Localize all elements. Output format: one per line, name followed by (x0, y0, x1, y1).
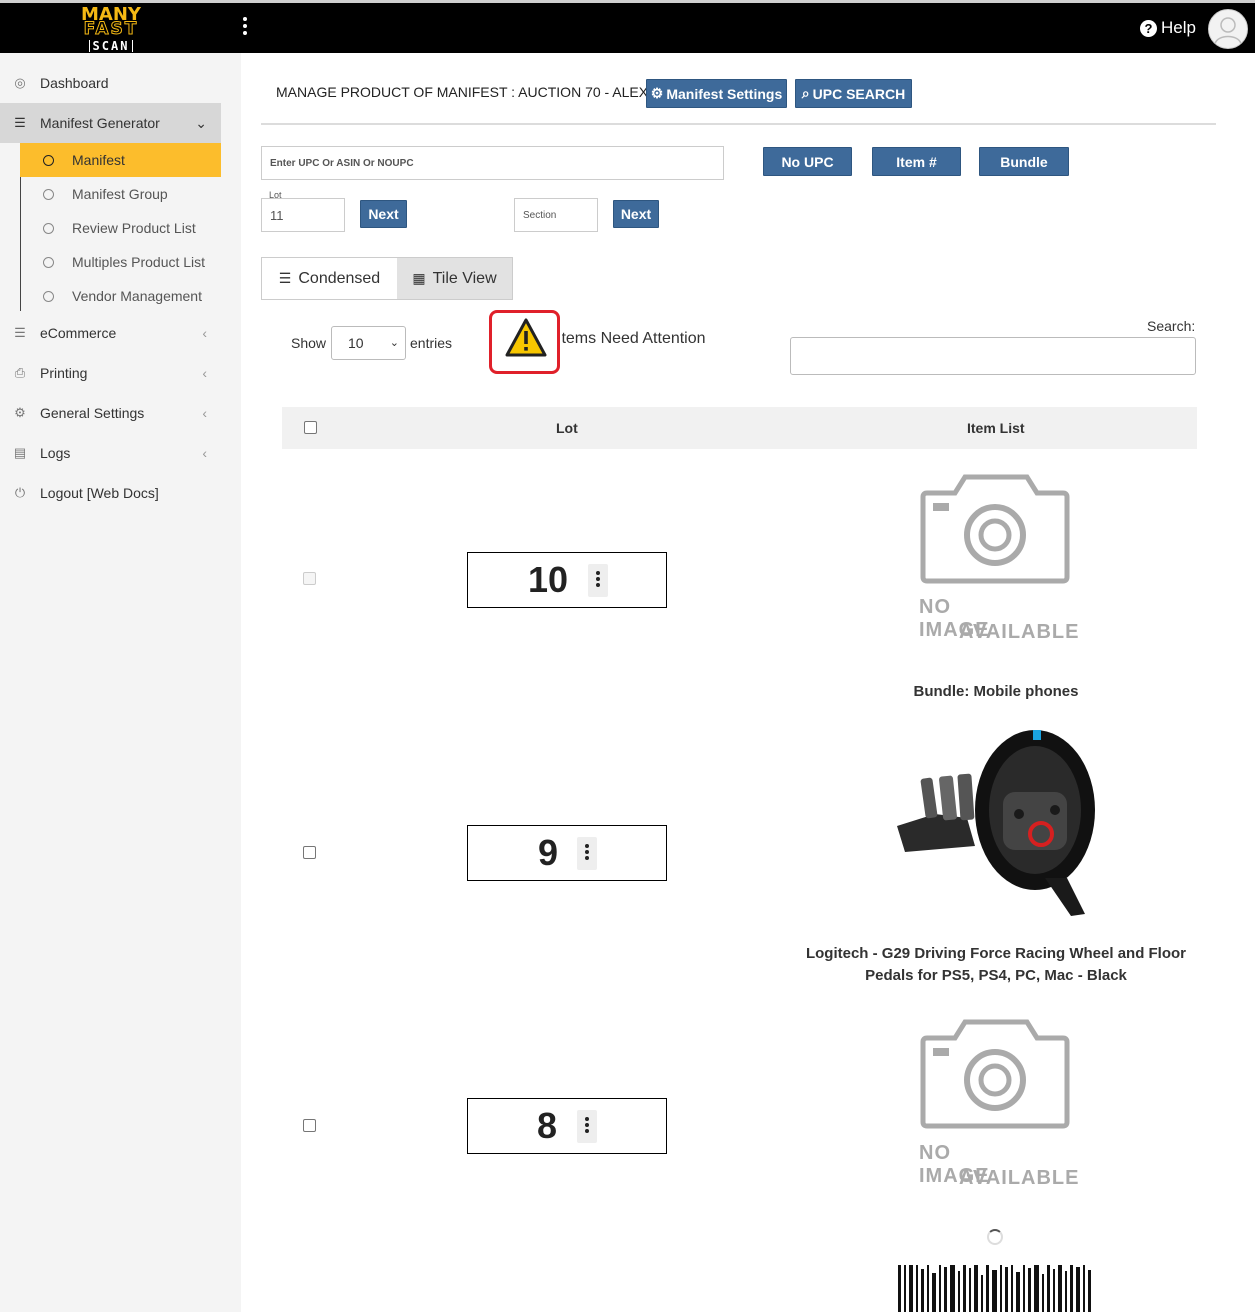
sidebar-item-general-settings[interactable]: ⚙ General Settings ‹ (0, 393, 221, 433)
sidebar-item-ecommerce[interactable]: ☰ eCommerce ‹ (0, 313, 221, 353)
bundle-button[interactable]: Bundle (979, 147, 1069, 176)
question-circle-icon: ? (1140, 19, 1157, 37)
row-checkbox[interactable] (303, 1119, 316, 1132)
item-name[interactable]: Logitech - G29 Driving Force Racing Whee… (786, 943, 1206, 987)
gears-icon: ⚙ (14, 405, 26, 420)
chevron-left-icon: ‹ (202, 325, 207, 341)
select-all-checkbox[interactable] (304, 421, 317, 434)
lot-number: 9 (538, 832, 559, 873)
sidebar-subitem-manifest-group[interactable]: Manifest Group (20, 177, 221, 211)
upc-input[interactable]: Enter UPC Or ASIN Or NOUPC (261, 146, 724, 180)
power-icon: ⏻ (14, 485, 26, 500)
printer-icon: ⎙ (14, 365, 26, 380)
column-header-lot[interactable]: Lot (556, 407, 578, 449)
content-gutter (221, 53, 241, 1312)
view-tabs: ☰ Condensed ▦ Tile View (261, 257, 513, 300)
row-checkbox[interactable] (303, 572, 316, 585)
list-icon: ☰ (14, 325, 26, 340)
kebab-menu-icon[interactable] (577, 837, 597, 870)
chevron-left-icon: ‹ (202, 405, 207, 421)
tab-tile-view[interactable]: ▦ Tile View (397, 258, 512, 299)
column-header-item-list[interactable]: Item List (967, 407, 1025, 449)
page-title: MANAGE PRODUCT OF MANIFEST : AUCTION 70 … (276, 84, 649, 100)
loading-spinner-icon (987, 1229, 1003, 1245)
lot-number: 8 (537, 1105, 558, 1146)
kebab-menu-icon[interactable] (588, 564, 608, 597)
section-input[interactable]: Section (514, 198, 598, 232)
lot-next-button[interactable]: Next (360, 200, 407, 228)
archive-icon: ▤ (13, 445, 27, 460)
user-avatar-icon[interactable] (1208, 9, 1248, 49)
lot-cell[interactable]: 10 (467, 552, 667, 608)
camera-icon (920, 474, 1070, 584)
sidebar-subitem-review-product-list[interactable]: Review Product List (20, 211, 221, 245)
attention-label: Items Need Attention (557, 330, 706, 347)
racing-wheel-image[interactable] (895, 718, 1097, 920)
show-label: Show (291, 335, 327, 351)
entries-select[interactable]: 10 ⌄ (331, 326, 406, 360)
chevron-left-icon: ‹ (202, 445, 207, 461)
lot-number: 10 (528, 559, 569, 600)
circle-icon (43, 188, 54, 200)
item-number-button[interactable]: Item # (872, 147, 961, 176)
circle-icon (43, 154, 54, 166)
grid-icon: ▦ (412, 270, 426, 286)
top-bar: MANY FAST SCAN ? Help (0, 0, 1255, 53)
warning-icon[interactable] (505, 318, 547, 358)
bundle-caption: Bundle: Mobile phones (913, 683, 1079, 700)
no-upc-button[interactable]: No UPC (763, 147, 852, 176)
circle-icon (43, 256, 54, 268)
lot-cell[interactable]: 8 (467, 1098, 667, 1154)
list-icon: ☰ (14, 115, 26, 130)
circle-icon (43, 222, 54, 234)
sidebar-subitem-manifest[interactable]: Manifest (20, 143, 221, 177)
search-input[interactable] (790, 337, 1196, 375)
chevron-down-icon: ⌄ (195, 114, 207, 131)
lot-input[interactable]: 11 (261, 198, 345, 232)
sidebar: ◎ Dashboard ☰ Manifest Generator ⌄ Manif… (0, 53, 221, 1312)
manifest-settings-button[interactable]: ⚙ Manifest Settings (646, 79, 787, 108)
table-header: Lot Item List (282, 407, 1197, 449)
help-label: Help (1161, 18, 1196, 37)
row-checkbox[interactable] (303, 846, 316, 859)
dashboard-icon: ◎ (14, 75, 26, 90)
search-label: Search: (1147, 318, 1196, 334)
help-link[interactable]: ? Help (1140, 18, 1196, 38)
lot-cell[interactable]: 9 (467, 825, 667, 881)
sidebar-subitem-multiples-product-list[interactable]: Multiples Product List (20, 245, 221, 279)
chevron-left-icon: ‹ (202, 365, 207, 381)
chevron-down-icon: ⌄ (389, 337, 399, 349)
sidebar-item-manifest-generator[interactable]: ☰ Manifest Generator ⌄ (0, 103, 221, 143)
kebab-menu-icon[interactable] (577, 1110, 597, 1143)
circle-icon (43, 290, 54, 302)
sidebar-item-printing[interactable]: ⎙ Printing ‹ (0, 353, 221, 393)
sidebar-item-logout[interactable]: ⏻ Logout [Web Docs] (0, 473, 221, 513)
section-next-button[interactable]: Next (613, 200, 659, 228)
divider (261, 123, 1216, 125)
upc-search-button[interactable]: ⌕ UPC SEARCH (795, 79, 912, 108)
search-icon: ⌕ (801, 85, 810, 101)
gear-icon: ⚙ (650, 85, 664, 101)
tab-condensed[interactable]: ☰ Condensed (262, 258, 397, 299)
barcode-image (896, 1265, 1096, 1312)
sidebar-item-logs[interactable]: ▤ Logs ‹ (0, 433, 221, 473)
list-icon: ☰ (278, 270, 292, 286)
kebab-menu-icon[interactable] (240, 17, 250, 39)
sidebar-item-dashboard[interactable]: ◎ Dashboard (0, 63, 221, 103)
entries-label: entries (410, 335, 453, 351)
camera-icon (920, 1019, 1070, 1129)
sidebar-subitem-vendor-management[interactable]: Vendor Management (20, 279, 221, 313)
logo[interactable]: MANY FAST SCAN (78, 6, 144, 52)
